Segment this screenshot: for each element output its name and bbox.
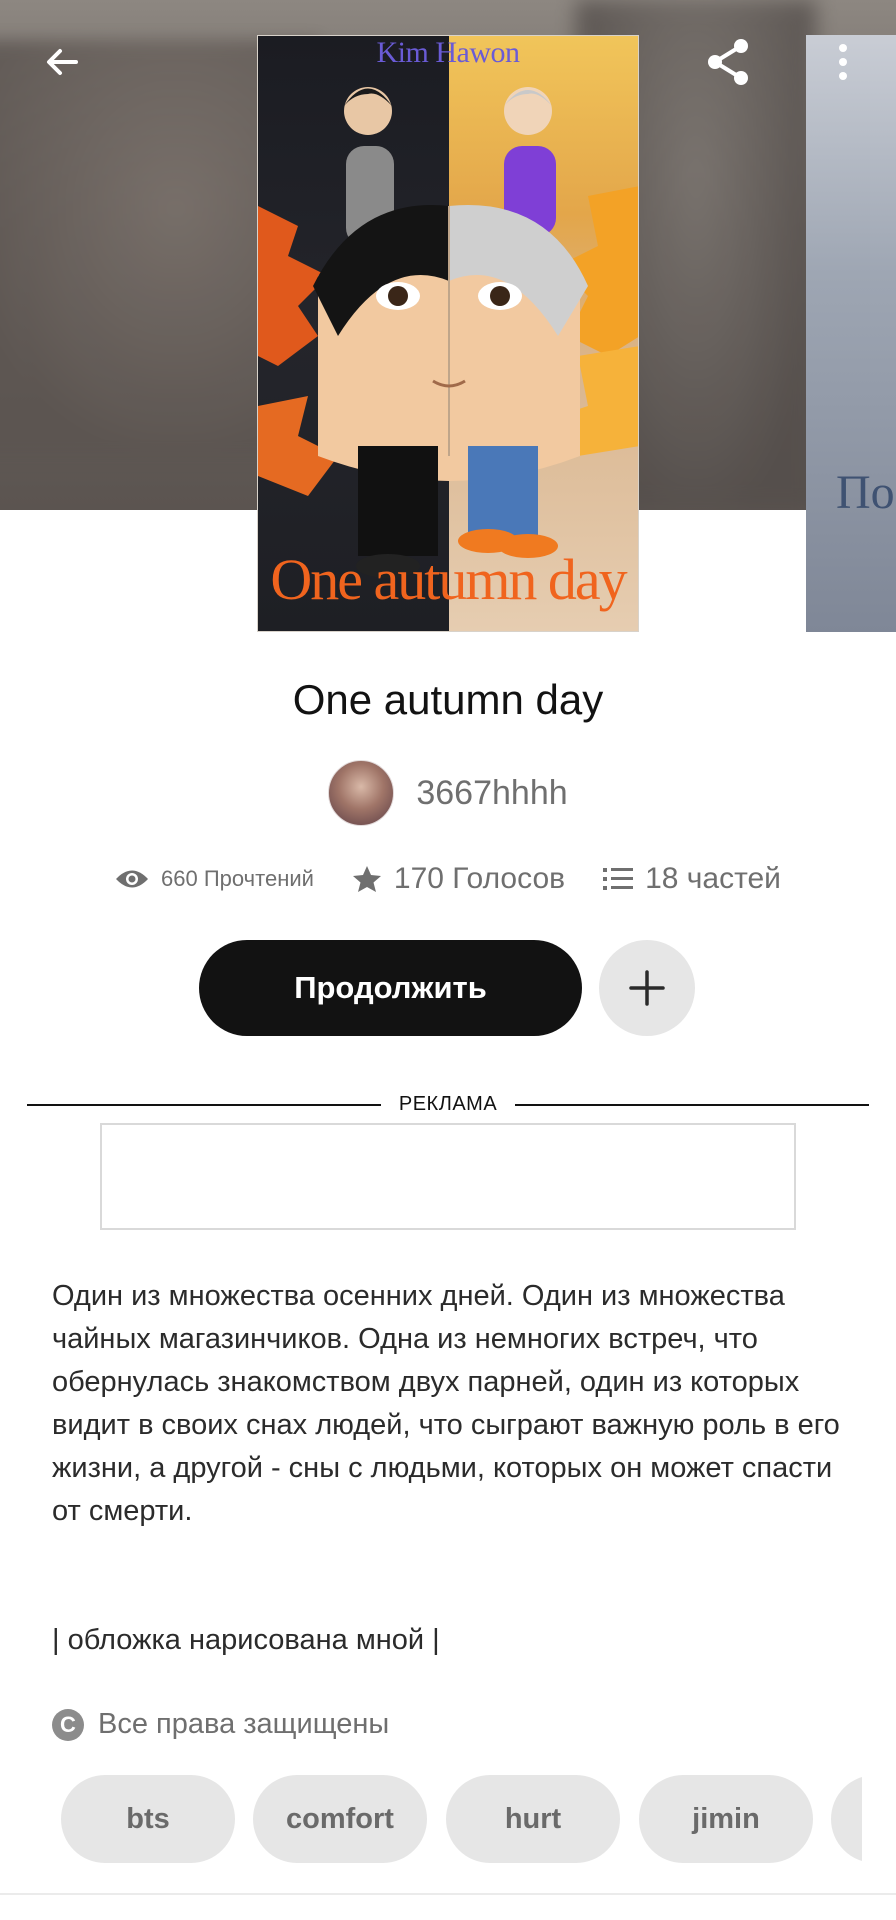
eye-icon [116,870,149,888]
story-stats: 660 Прочтений 170 Голосов 18 частей [0,862,896,896]
share-button[interactable] [697,30,761,94]
continue-reading-button[interactable]: Продолжить [199,940,582,1036]
ad-line-left [27,1103,381,1106]
copyright-row: C Все права защищены [52,1708,389,1741]
more-options-button[interactable] [811,30,875,94]
parts-count[interactable]: 18 частей [645,862,781,896]
add-to-library-button[interactable] [599,940,695,1036]
author-row[interactable]: 3667hhhh [0,760,896,826]
tag-jimin[interactable]: jimin [639,1775,813,1863]
copyright-text: Все права защищены [98,1708,390,1740]
plus-icon [629,970,665,1006]
tags-row[interactable]: bts comfort hurt jimin [0,1775,862,1865]
votes-count: 170 Голосов [393,862,566,895]
bottom-divider [0,1893,896,1895]
cover-title-text: One autumn day [270,547,627,612]
tag-hurt[interactable]: hurt [446,1775,620,1863]
next-story-cover[interactable]: По [806,35,896,632]
tag-more[interactable] [831,1775,862,1863]
ad-banner[interactable] [100,1123,796,1230]
reads-stat: 660 Прочтений [115,866,314,892]
parts-stat[interactable]: 18 частей [603,862,781,896]
tag-bts[interactable]: bts [61,1775,235,1863]
copyright-icon: C [52,1708,84,1741]
list-icon [603,868,634,890]
ad-divider: РЕКЛАМА [27,1093,870,1116]
star-icon [352,866,381,892]
author-avatar[interactable] [328,760,395,826]
more-vertical-icon [839,44,847,80]
share-icon [708,39,748,85]
tag-comfort[interactable]: comfort [253,1775,427,1863]
cover-note: | обложка нарисована мной | [52,1624,440,1656]
story-title: One autumn day [292,676,604,723]
cover-illustration [258,87,638,578]
story-description: Один из множества осенних дней. Один из … [52,1280,840,1527]
ad-line-right [515,1103,870,1106]
story-cover[interactable]: Kim Hawon One autumn day [257,35,639,632]
votes-stat: 170 Голосов [352,862,565,896]
cover-author-text: Kim Hawon [376,36,520,69]
reads-count: 660 Прочтений [161,866,314,891]
side-cover-text: По [836,466,895,519]
ad-label: РЕКЛАМА [398,1093,498,1115]
arrow-left-icon [47,49,78,75]
back-button[interactable] [30,30,94,94]
author-name[interactable]: 3667hhhh [416,774,567,813]
